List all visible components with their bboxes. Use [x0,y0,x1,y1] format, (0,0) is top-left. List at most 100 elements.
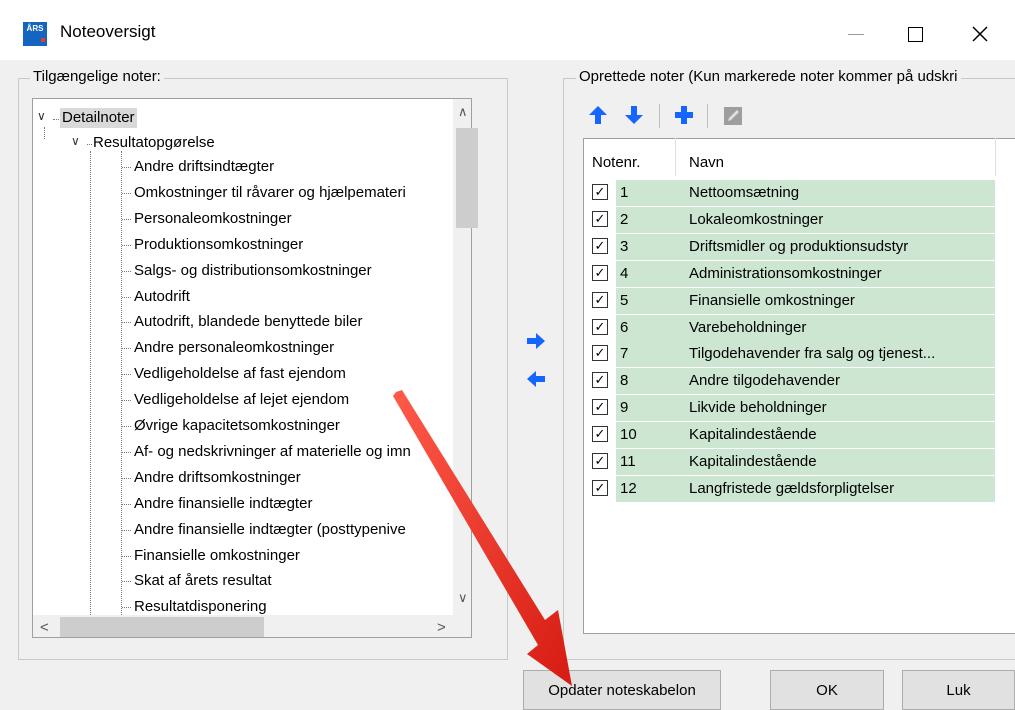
column-separator [995,138,996,176]
note-name: Likvide beholdninger [689,399,827,417]
arrow-up-icon [589,106,607,124]
tree-item[interactable]: Vedligeholdelse af lejet ejendom [134,390,349,410]
note-row[interactable]: ✓ 8 Andre tilgodehavender [585,368,995,395]
note-checkbox[interactable]: ✓ [592,264,608,281]
scroll-left-icon[interactable]: < [40,619,49,636]
tree-item[interactable]: Personaleomkostninger [134,209,292,229]
note-number: 3 [620,237,629,255]
move-down-button[interactable] [624,104,644,130]
note-checkbox[interactable]: ✓ [592,237,608,254]
note-number: 4 [620,264,629,282]
note-row[interactable]: ✓ 2 Lokaleomkostninger [585,206,995,233]
note-checkbox[interactable]: ✓ [592,372,608,389]
scroll-down-icon[interactable]: ∨ [458,590,468,606]
column-separator [675,138,676,176]
arrow-right-icon [527,333,545,349]
edit-note-button[interactable] [723,106,743,130]
tree-item[interactable]: Produktionsomkostninger [134,235,303,255]
tree-item[interactable]: Finansielle omkostninger [134,546,300,566]
tree-vertical-scroll-thumb[interactable] [456,128,478,228]
tree-connector [122,400,131,402]
tree-item[interactable]: Andre finansielle indtægter (posttypeniv… [134,520,406,540]
ok-button[interactable]: OK [770,670,884,710]
note-row[interactable]: ✓ 11 Kapitalindestående [585,449,995,475]
note-name: Tilgodehavender fra salg og tjenest... [689,345,936,363]
available-notes-label: Tilgængelige noter: [30,68,164,85]
tree-connector [122,374,131,376]
tree-item[interactable]: Autodrift [134,287,190,307]
note-checkbox[interactable]: ✓ [592,426,608,443]
note-checkbox[interactable]: ✓ [592,318,608,335]
note-row[interactable]: ✓ 9 Likvide beholdninger [585,395,995,422]
tree-connector [122,348,131,350]
note-row[interactable]: ✓ 4 Administrationsomkostninger [585,260,995,287]
tree-item[interactable]: Øvrige kapacitetsomkostninger [134,416,340,436]
note-row[interactable]: ✓ 1 Nettoomsætning [585,180,995,206]
tree-root-detailnoter[interactable]: Detailnoter [60,108,137,128]
tree-connector [122,244,131,246]
close-button[interactable]: Luk [902,670,1015,710]
note-name: Varebeholdninger [689,318,807,336]
tree-connector [122,503,131,505]
note-checkbox[interactable]: ✓ [592,399,608,416]
note-name: Langfristede gældsforpligtelser [689,479,895,497]
note-number: 10 [620,426,637,444]
move-up-button[interactable] [588,104,608,130]
tree-item[interactable]: Af- og nedskrivninger af materielle og i… [134,442,411,462]
tree-item[interactable]: Andre driftsomkostninger [134,468,301,488]
collapse-chevron-icon[interactable]: ∨ [71,134,80,148]
note-name: Kapitalindestående [689,453,817,470]
tree-connector [122,296,131,298]
arrow-left-icon [527,371,545,387]
note-name: Lokaleomkostninger [689,210,824,228]
tree-horizontal-scroll-thumb[interactable] [60,617,264,637]
tree-item[interactable]: Vedligeholdelse af fast ejendom [134,364,346,384]
note-checkbox[interactable]: ✓ [592,184,608,200]
note-checkbox[interactable]: ✓ [592,210,608,227]
notes-tree[interactable]: ∨ Detailnoter ∨ Resultatopgørelse Andre … [32,98,472,638]
scroll-up-icon[interactable]: ∧ [458,104,468,120]
tree-item[interactable]: Andre driftsindtægter [134,157,274,177]
note-number: 9 [620,399,629,417]
column-header-navn[interactable]: Navn [689,154,724,171]
note-name: Driftsmidler og produktionsudstyr [689,237,909,255]
tree-item[interactable]: Andre finansielle indtægter [134,494,312,514]
note-row[interactable]: ✓ 6 Varebeholdninger [585,314,995,341]
remove-from-notes-button[interactable] [525,369,547,393]
window-title: Noteoversigt [60,22,156,41]
close-icon [972,26,988,42]
note-checkbox[interactable]: ✓ [592,345,608,362]
note-name: Andre tilgodehavender [689,372,840,390]
note-checkbox[interactable]: ✓ [592,291,608,308]
scroll-right-icon[interactable]: > [437,619,446,636]
tree-item[interactable]: Andre personaleomkostninger [134,338,334,358]
tree-connector [122,167,131,168]
add-to-notes-button[interactable] [525,331,547,355]
note-number: 8 [620,372,629,390]
close-window-button[interactable] [957,14,1003,54]
note-number: 5 [620,291,629,309]
maximize-button[interactable] [892,14,938,54]
collapse-chevron-icon[interactable]: ∨ [37,109,46,123]
minimize-button[interactable] [833,14,879,54]
tree-connector [122,426,131,427]
update-template-button[interactable]: Opdater noteskabelon [523,670,721,710]
tree-item[interactable]: Skat af årets resultat [134,571,272,591]
note-name: Finansielle omkostninger [689,291,855,309]
note-row[interactable]: ✓ 3 Driftsmidler og produktionsudstyr [585,233,995,260]
note-row[interactable]: ✓ 12 Langfristede gældsforpligtelser [585,475,995,502]
note-row[interactable]: ✓ 10 Kapitalindestående [585,422,995,449]
add-note-button[interactable] [673,104,695,130]
tree-connector [122,270,131,272]
tree-item[interactable]: Omkostninger til råvarer og hjælpemateri [134,183,406,203]
plus-icon [675,106,693,124]
note-row[interactable]: ✓ 5 Finansielle omkostninger [585,287,995,314]
note-row[interactable]: ✓ 7 Tilgodehavender fra salg og tjenest... [585,341,995,368]
note-number: 2 [620,210,629,228]
tree-item[interactable]: Salgs- og distributionsomkostninger [134,261,372,281]
tree-item[interactable]: Autodrift, blandede benyttede biler [134,312,363,332]
note-checkbox[interactable]: ✓ [592,453,608,469]
note-checkbox[interactable]: ✓ [592,479,608,496]
column-header-notenr[interactable]: Notenr. [592,154,640,171]
tree-section-resultatopgoerelse[interactable]: Resultatopgørelse [93,133,215,153]
